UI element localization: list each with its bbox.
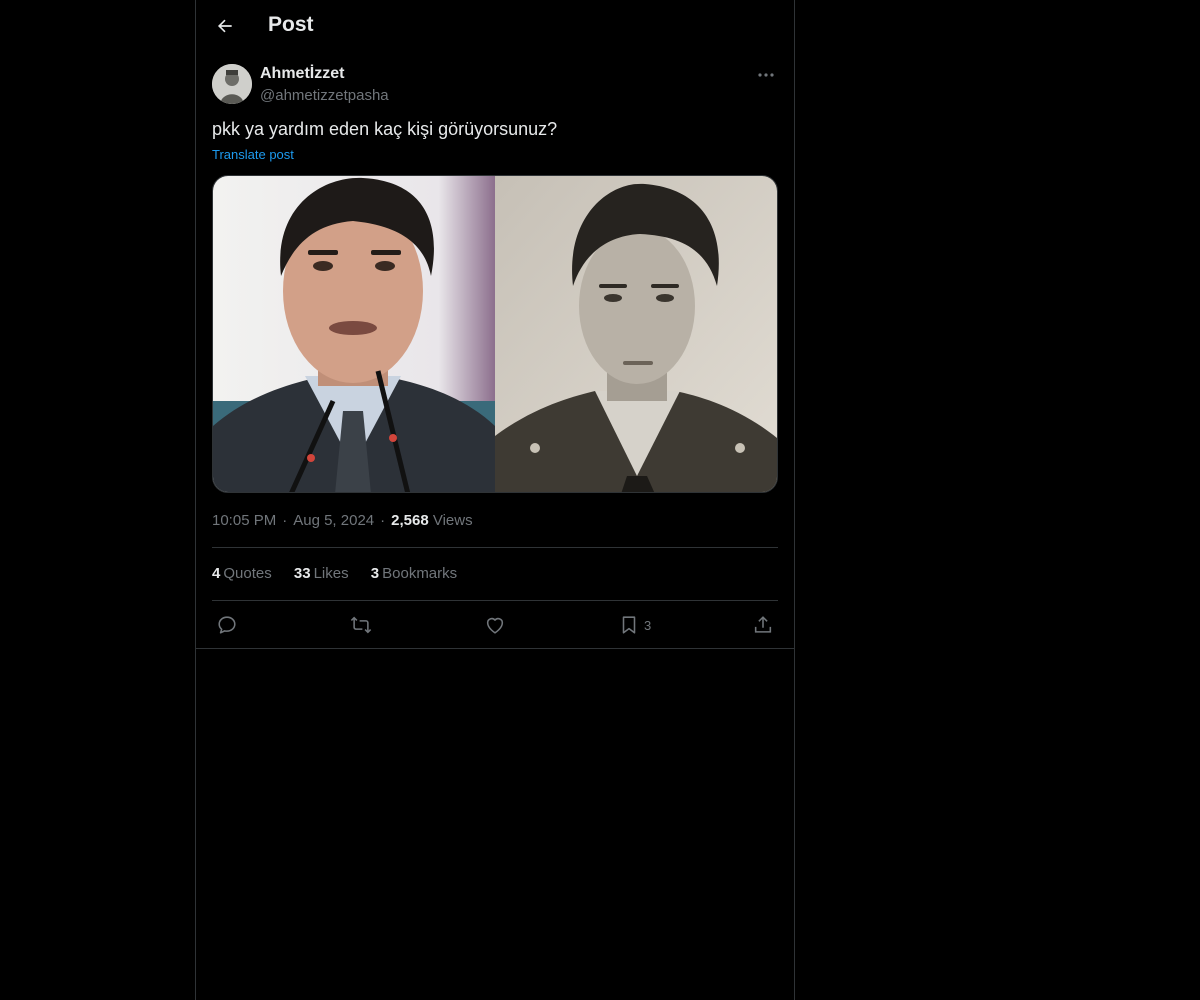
- divider-bottom: [212, 600, 778, 601]
- page-title: Post: [268, 13, 314, 36]
- bookmarks-count: 3: [370, 565, 380, 582]
- bookmarks-stat[interactable]: 3 Bookmarks: [371, 565, 457, 582]
- author-row: Ahmetİzzet @ahmetizzetpasha: [212, 64, 778, 106]
- share-icon: [754, 616, 772, 633]
- likes-label: Likes: [313, 565, 349, 582]
- post-text: pkk ya yardım eden kaç kişi görüyorsunuz…: [212, 119, 558, 139]
- quotes-count: 4: [212, 565, 221, 582]
- repost-button[interactable]: [350, 612, 372, 638]
- author-handle[interactable]: @ahmetizzetpasha: [260, 87, 389, 104]
- likes-count: 33: [293, 565, 311, 582]
- like-button[interactable]: [484, 612, 506, 638]
- avatar-image: [212, 64, 252, 104]
- bookmark-icon: [622, 616, 636, 634]
- post-media: [212, 175, 778, 493]
- repost-icon: [350, 616, 372, 634]
- post-time[interactable]: 10:05 PM: [212, 512, 276, 529]
- quotes-label: Quotes: [223, 565, 272, 582]
- top-bar: Post: [196, 0, 794, 53]
- heart-icon: [486, 617, 504, 634]
- media-photo-1[interactable]: [213, 176, 495, 492]
- post-column: Post Ahmetİzzet @ahmetizzetpasha pkk ya …: [195, 0, 795, 1000]
- post-date[interactable]: Aug 5, 2024: [293, 512, 374, 529]
- separator-dot: ·: [380, 512, 386, 529]
- share-button[interactable]: [752, 612, 774, 638]
- views-label: Views: [432, 512, 473, 529]
- post-bottom-border: [196, 648, 794, 649]
- bookmark-action-count: 3: [644, 617, 652, 633]
- reply-button[interactable]: [216, 612, 238, 638]
- more-horizontal-icon: [758, 73, 774, 77]
- post-meta: 10:05 PM · Aug 5, 2024 · 2,568 Views: [212, 512, 473, 529]
- bookmark-button[interactable]: 3: [618, 612, 651, 638]
- media-photo-2[interactable]: [495, 176, 777, 492]
- avatar[interactable]: [212, 64, 252, 104]
- engagement-stats: 4 Quotes 33 Likes 3 Bookmarks: [212, 565, 475, 582]
- photo-man-speaking: [213, 176, 495, 492]
- action-bar: 3: [212, 612, 778, 640]
- author-display-name[interactable]: Ahmetİzzet: [260, 65, 344, 83]
- separator-dot: ·: [282, 512, 288, 529]
- bookmarks-label: Bookmarks: [382, 565, 458, 582]
- back-button[interactable]: [208, 9, 242, 43]
- photo-young-officer: [495, 176, 777, 492]
- translate-post-link[interactable]: Translate post: [212, 147, 294, 162]
- views-count: 2,568: [391, 512, 429, 529]
- arrow-left-icon: [217, 19, 232, 33]
- reply-icon: [218, 616, 236, 634]
- likes-stat[interactable]: 33 Likes: [294, 565, 349, 582]
- more-options-button[interactable]: [754, 64, 778, 86]
- quotes-stat[interactable]: 4 Quotes: [212, 565, 272, 582]
- divider-top: [212, 547, 778, 548]
